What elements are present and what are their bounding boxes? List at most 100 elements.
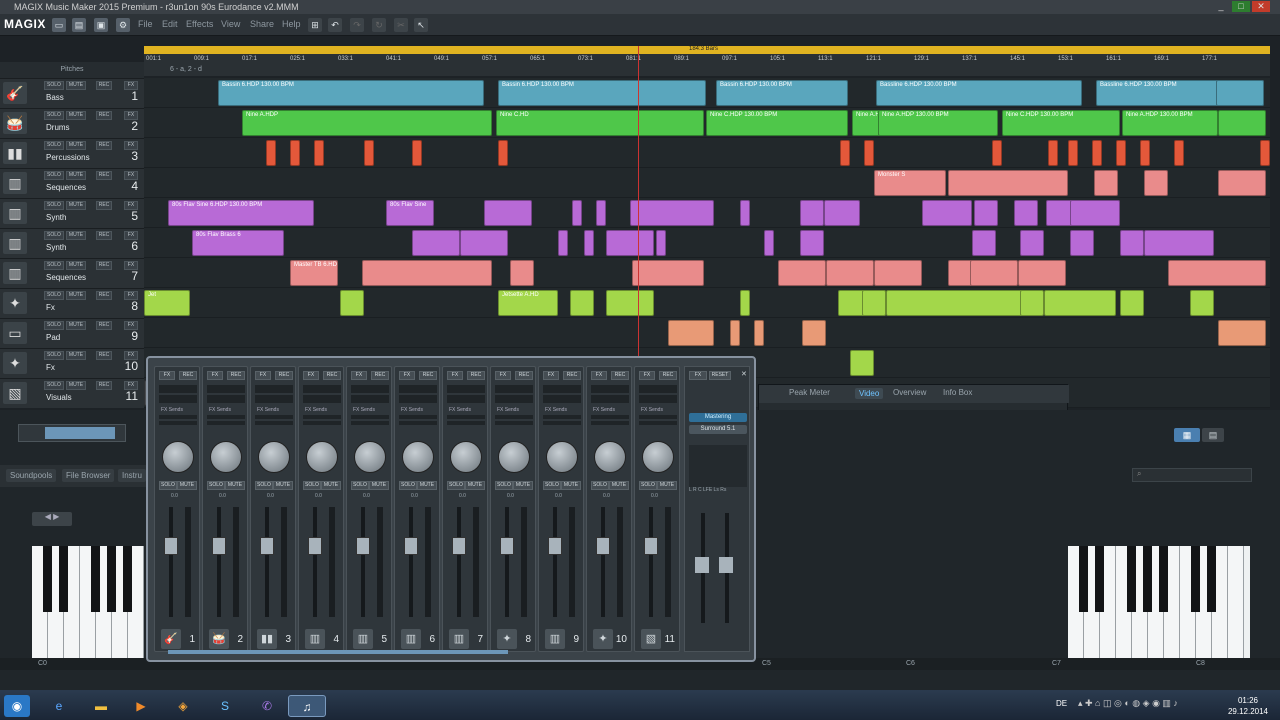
mute-button[interactable]: MUTE [66, 261, 86, 270]
track-lane-4[interactable]: Monster S [144, 168, 1270, 198]
magix-icon[interactable]: ♫ [288, 695, 326, 717]
audio-clip[interactable] [584, 230, 594, 256]
channel-mute-button[interactable]: MUTE [225, 481, 245, 490]
audio-clip[interactable] [572, 200, 582, 226]
zoom-handle[interactable] [45, 427, 115, 439]
audio-clip[interactable]: Jet [144, 290, 190, 316]
send-slider[interactable] [591, 421, 629, 425]
mute-button[interactable]: MUTE [66, 141, 86, 150]
audio-clip[interactable]: Nine C.HDP 130.00 BPM [706, 110, 848, 136]
channel-rec-button[interactable]: REC [179, 371, 197, 380]
audio-clip[interactable] [1018, 260, 1066, 286]
audio-clip[interactable] [314, 140, 324, 166]
audio-clip[interactable] [1014, 200, 1038, 226]
audio-clip[interactable]: Nine A.HDP 130.00 BPM [1122, 110, 1218, 136]
audio-clip[interactable] [630, 200, 714, 226]
mute-button[interactable]: MUTE [66, 171, 86, 180]
audio-clip[interactable] [1120, 230, 1144, 256]
audio-clip[interactable] [606, 290, 654, 316]
audio-clip[interactable] [864, 140, 874, 166]
menu-share[interactable]: Share [250, 19, 274, 29]
list-view-icon[interactable]: ▤ [1202, 428, 1224, 442]
audio-clip[interactable] [484, 200, 532, 226]
mute-button[interactable]: MUTE [66, 291, 86, 300]
send-slider[interactable] [159, 415, 197, 419]
master-fader-handle-r[interactable] [719, 557, 733, 573]
send-slider[interactable] [543, 415, 581, 419]
black-key[interactable] [107, 546, 116, 612]
send-slider[interactable] [639, 421, 677, 425]
audio-clip[interactable] [606, 230, 654, 256]
audio-clip[interactable] [460, 230, 508, 256]
audio-clip[interactable] [570, 290, 594, 316]
tab-instruments[interactable]: Instru [118, 469, 147, 482]
redo-icon[interactable]: ↷ [350, 18, 364, 32]
audio-clip[interactable]: Bassline 6.HDP 130.00 BPM [876, 80, 1082, 106]
audio-clip[interactable] [974, 200, 998, 226]
audio-clip[interactable] [266, 140, 276, 166]
channel-solo-button[interactable]: SOLO [543, 481, 561, 490]
audio-clip[interactable]: Bassin 6.HDP 130.00 BPM [218, 80, 484, 106]
zoom-slider[interactable] [18, 424, 126, 442]
insert-slot[interactable] [639, 395, 677, 403]
audio-clip[interactable] [340, 290, 364, 316]
track-lane-5[interactable]: 80s Flav Sine 6.HDP 130.00 BPM 80s Flav S… [144, 198, 1270, 228]
fader-handle[interactable] [596, 537, 610, 555]
insert-slot[interactable] [351, 395, 389, 403]
audio-clip[interactable] [1068, 140, 1078, 166]
audio-clip[interactable]: 80s Flav Sine 6.HDP 130.00 BPM [168, 200, 314, 226]
audio-clip[interactable] [1120, 290, 1144, 316]
channel-rec-button[interactable]: REC [467, 371, 485, 380]
fader-handle[interactable] [548, 537, 562, 555]
channel-rec-button[interactable]: REC [275, 371, 293, 380]
settings-icon[interactable]: ⚙ [116, 18, 130, 32]
black-key[interactable] [1095, 546, 1104, 612]
menu-help[interactable]: Help [282, 19, 301, 29]
black-key[interactable] [1207, 546, 1216, 612]
track-header-7[interactable]: ▥ SOLO MUTE REC FX Sequences 7 [0, 258, 144, 288]
channel-mute-button[interactable]: MUTE [177, 481, 197, 490]
master-fx-button[interactable]: FX [689, 371, 707, 380]
audio-clip[interactable] [1174, 140, 1184, 166]
insert-slot[interactable] [591, 385, 629, 393]
solo-button[interactable]: SOLO [44, 171, 64, 180]
audio-clip[interactable] [364, 140, 374, 166]
track-header-11[interactable]: ▧ SOLO MUTE REC FX Visuals 11 [0, 378, 144, 408]
piano-keyboard-right[interactable] [1068, 546, 1250, 658]
volume-fader[interactable] [265, 507, 269, 617]
audio-clip[interactable] [510, 260, 534, 286]
mute-button[interactable]: MUTE [66, 201, 86, 210]
channel-rec-button[interactable]: REC [227, 371, 245, 380]
track-header-1[interactable]: 🎸 SOLO MUTE REC FX Bass 1 [0, 78, 144, 108]
reset-button[interactable]: RESET [709, 371, 731, 380]
insert-slot[interactable] [495, 385, 533, 393]
channel-fx-button[interactable]: FX [495, 371, 511, 380]
send-slider[interactable] [543, 421, 581, 425]
insert-slot[interactable] [447, 395, 485, 403]
send-slider[interactable] [255, 415, 293, 419]
track-lane-2[interactable]: Nine A.HDP Nine C.HD Nine C.HDP 130.00 BPM… [144, 108, 1270, 138]
mute-button[interactable]: MUTE [66, 351, 86, 360]
channel-fx-button[interactable]: FX [591, 371, 607, 380]
track-lane-1[interactable]: Bassin 6.HDP 130.00 BPM Bassin 6.HDP 130.… [144, 78, 1270, 108]
channel-solo-button[interactable]: SOLO [351, 481, 369, 490]
pan-knob[interactable] [594, 441, 626, 473]
channel-rec-button[interactable]: REC [371, 371, 389, 380]
channel-solo-button[interactable]: SOLO [399, 481, 417, 490]
audio-clip[interactable] [1116, 140, 1126, 166]
audio-clip[interactable] [1218, 170, 1266, 196]
maximize-button[interactable]: □ [1232, 1, 1250, 12]
volume-fader[interactable] [553, 507, 557, 617]
close-mixer-icon[interactable]: ✕ [741, 370, 747, 378]
insert-slot[interactable] [447, 385, 485, 393]
channel-solo-button[interactable]: SOLO [447, 481, 465, 490]
track-header-2[interactable]: 🥁 SOLO MUTE REC FX Drums 2 [0, 108, 144, 138]
audio-clip[interactable]: Nine C.HDP 130.00 BPM [1002, 110, 1120, 136]
track-header-10[interactable]: ✦ SOLO MUTE REC FX Fx 10 [0, 348, 144, 378]
track-header-5[interactable]: ▥ SOLO MUTE REC FX Synth 5 [0, 198, 144, 228]
audio-clip[interactable] [1216, 80, 1264, 106]
track-lane-9[interactable] [144, 318, 1270, 348]
surround-button[interactable]: Surround 5.1 [689, 425, 747, 434]
mute-button[interactable]: MUTE [66, 111, 86, 120]
black-key[interactable] [1143, 546, 1152, 612]
